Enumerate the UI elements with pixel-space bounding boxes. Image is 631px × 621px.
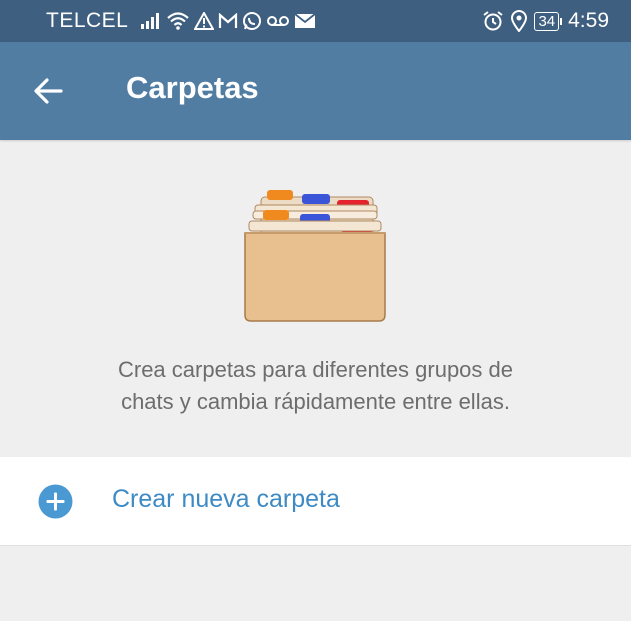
create-folder-label: Crear nueva carpeta (112, 485, 340, 513)
description-line-1: Crea carpetas para diferentes grupos de (117, 357, 513, 382)
location-icon (510, 9, 528, 33)
clock: 4:59 (568, 9, 609, 32)
back-button[interactable] (28, 73, 68, 113)
voicemail-icon (266, 9, 290, 33)
status-icons-right: 34 4:59 (482, 9, 609, 33)
carrier-name: TELCEL (46, 9, 129, 32)
alarm-icon (482, 9, 504, 33)
arrow-left-icon (33, 77, 63, 109)
warning-icon (194, 9, 215, 33)
description-line-2: chats y cambia rápidamente entre ellas. (121, 389, 510, 414)
create-folder-button[interactable]: Crear nueva carpeta (0, 457, 631, 545)
plus-circle-icon (38, 484, 73, 519)
signal-icon (140, 9, 162, 33)
whatsapp-icon (242, 9, 262, 33)
status-bar: TELCEL 34 4:59 (0, 0, 631, 42)
app-bar: Carpetas (0, 42, 631, 140)
folders-illustration (241, 185, 389, 325)
email-icon (294, 9, 316, 33)
wifi-icon (166, 9, 190, 33)
gmail-icon (218, 9, 238, 33)
empty-area (0, 545, 631, 621)
folders-description: Crea carpetas para diferentes grupos de … (0, 354, 631, 418)
status-icons-left (140, 9, 316, 33)
page-title: Carpetas (126, 70, 259, 105)
battery-icon: 34 (534, 11, 562, 31)
